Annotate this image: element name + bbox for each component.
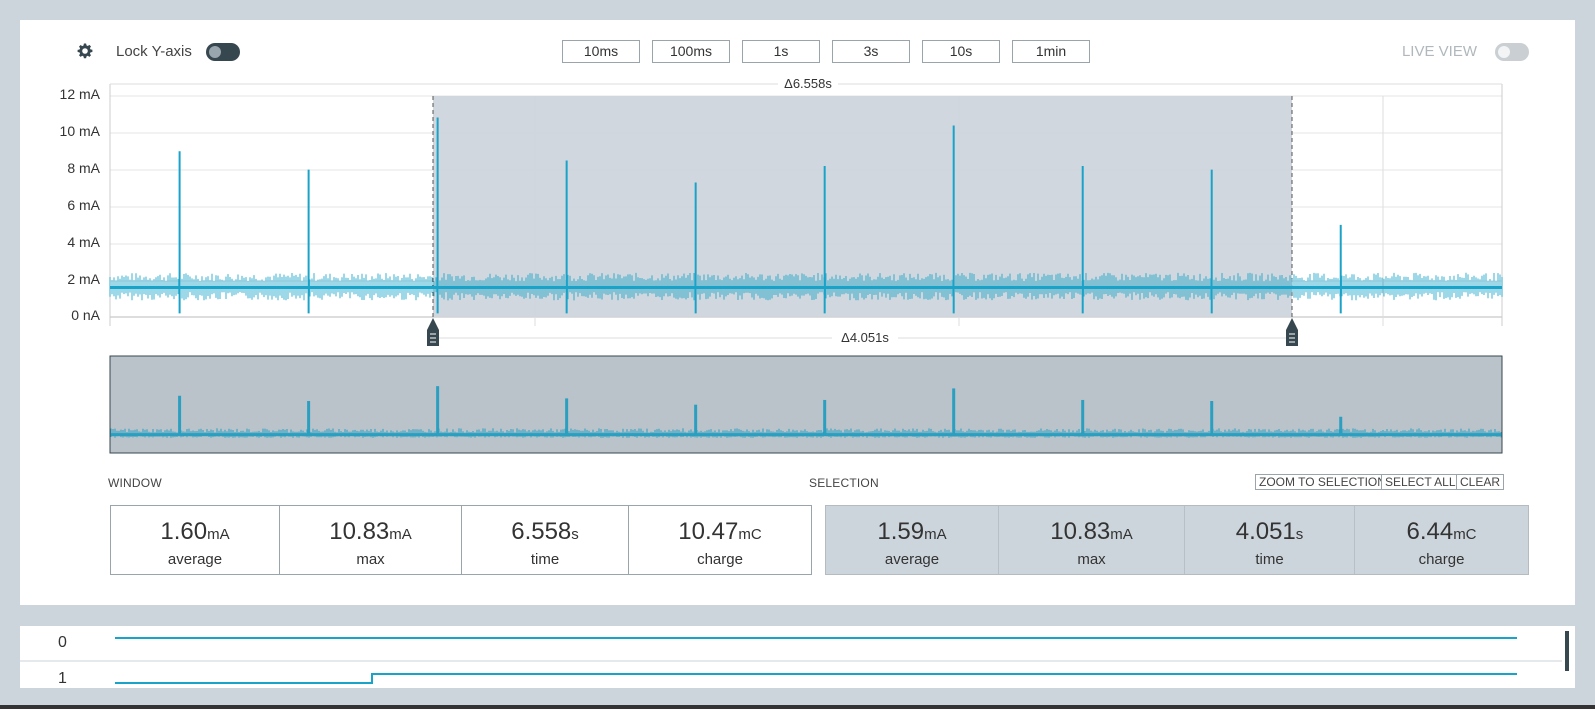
window-delta-label: Δ6.558s [784, 76, 832, 91]
stat-name: charge [697, 551, 743, 568]
window-time-stat: 6.558s time [461, 506, 628, 574]
stat-name: time [1255, 551, 1284, 568]
window-section-label: WINDOW [108, 476, 162, 490]
stat-unit: mC [1453, 526, 1477, 543]
selection-delta-label: Δ4.051s [841, 330, 889, 345]
digital-traces [20, 631, 1569, 684]
stat-value: 4.051 [1235, 518, 1296, 545]
stat-name: charge [1418, 551, 1465, 568]
selection-average-stat: 1.59mA average [826, 506, 998, 574]
selection-start-handle[interactable] [427, 318, 439, 346]
current-chart[interactable]: Δ6.558s Δ4.051s [20, 20, 1575, 480]
window-average-stat: 1.60mA average [111, 506, 279, 574]
digital-scrollbar[interactable] [1565, 631, 1569, 671]
selection-time-stat: 4.051s time [1184, 506, 1354, 574]
stat-value: 1.60 [160, 518, 208, 545]
stat-value: 1.59 [877, 518, 925, 545]
window-stats: 1.60mA average 10.83mA max 6.558s time 1… [110, 505, 812, 575]
stat-name: average [167, 551, 223, 568]
stat-unit: mA [924, 526, 947, 543]
stat-unit: mA [389, 526, 412, 543]
digital-channels-panel: 0 1 [20, 626, 1575, 688]
overview-minimap[interactable] [109, 355, 1503, 454]
bottom-strip [0, 705, 1595, 709]
zoom-to-selection-button[interactable]: ZOOM TO SELECTION [1255, 474, 1390, 490]
stat-unit: mA [1110, 526, 1133, 543]
selection-charge-stat: 6.44mC charge [1354, 506, 1528, 574]
stat-name: average [884, 551, 940, 568]
window-max-stat: 10.83mA max [279, 506, 461, 574]
stat-value: 10.83 [1050, 518, 1111, 545]
stat-value: 6.558 [511, 518, 572, 545]
stat-unit: mC [738, 526, 762, 543]
selection-end-handle[interactable] [1286, 318, 1298, 346]
clear-selection-button[interactable]: CLEAR [1456, 474, 1505, 490]
stat-value: 10.47 [678, 518, 739, 545]
selection-stats: 1.59mA average 10.83mA max 4.051s time 6… [825, 505, 1529, 575]
select-all-button[interactable]: SELECT ALL [1381, 474, 1460, 490]
digital-channel-1-trace [115, 673, 1517, 684]
stat-value: 6.44 [1406, 518, 1454, 545]
selection-section-label: SELECTION [809, 476, 879, 490]
stat-unit: mA [207, 526, 230, 543]
stat-name: max [356, 551, 385, 568]
stat-value: 10.83 [329, 518, 390, 545]
window-charge-stat: 10.47mC charge [628, 506, 811, 574]
stat-name: max [1077, 551, 1106, 568]
selection-max-stat: 10.83mA max [998, 506, 1184, 574]
stat-name: time [530, 551, 560, 568]
stat-unit: s [571, 526, 579, 543]
stat-unit: s [1295, 526, 1304, 543]
